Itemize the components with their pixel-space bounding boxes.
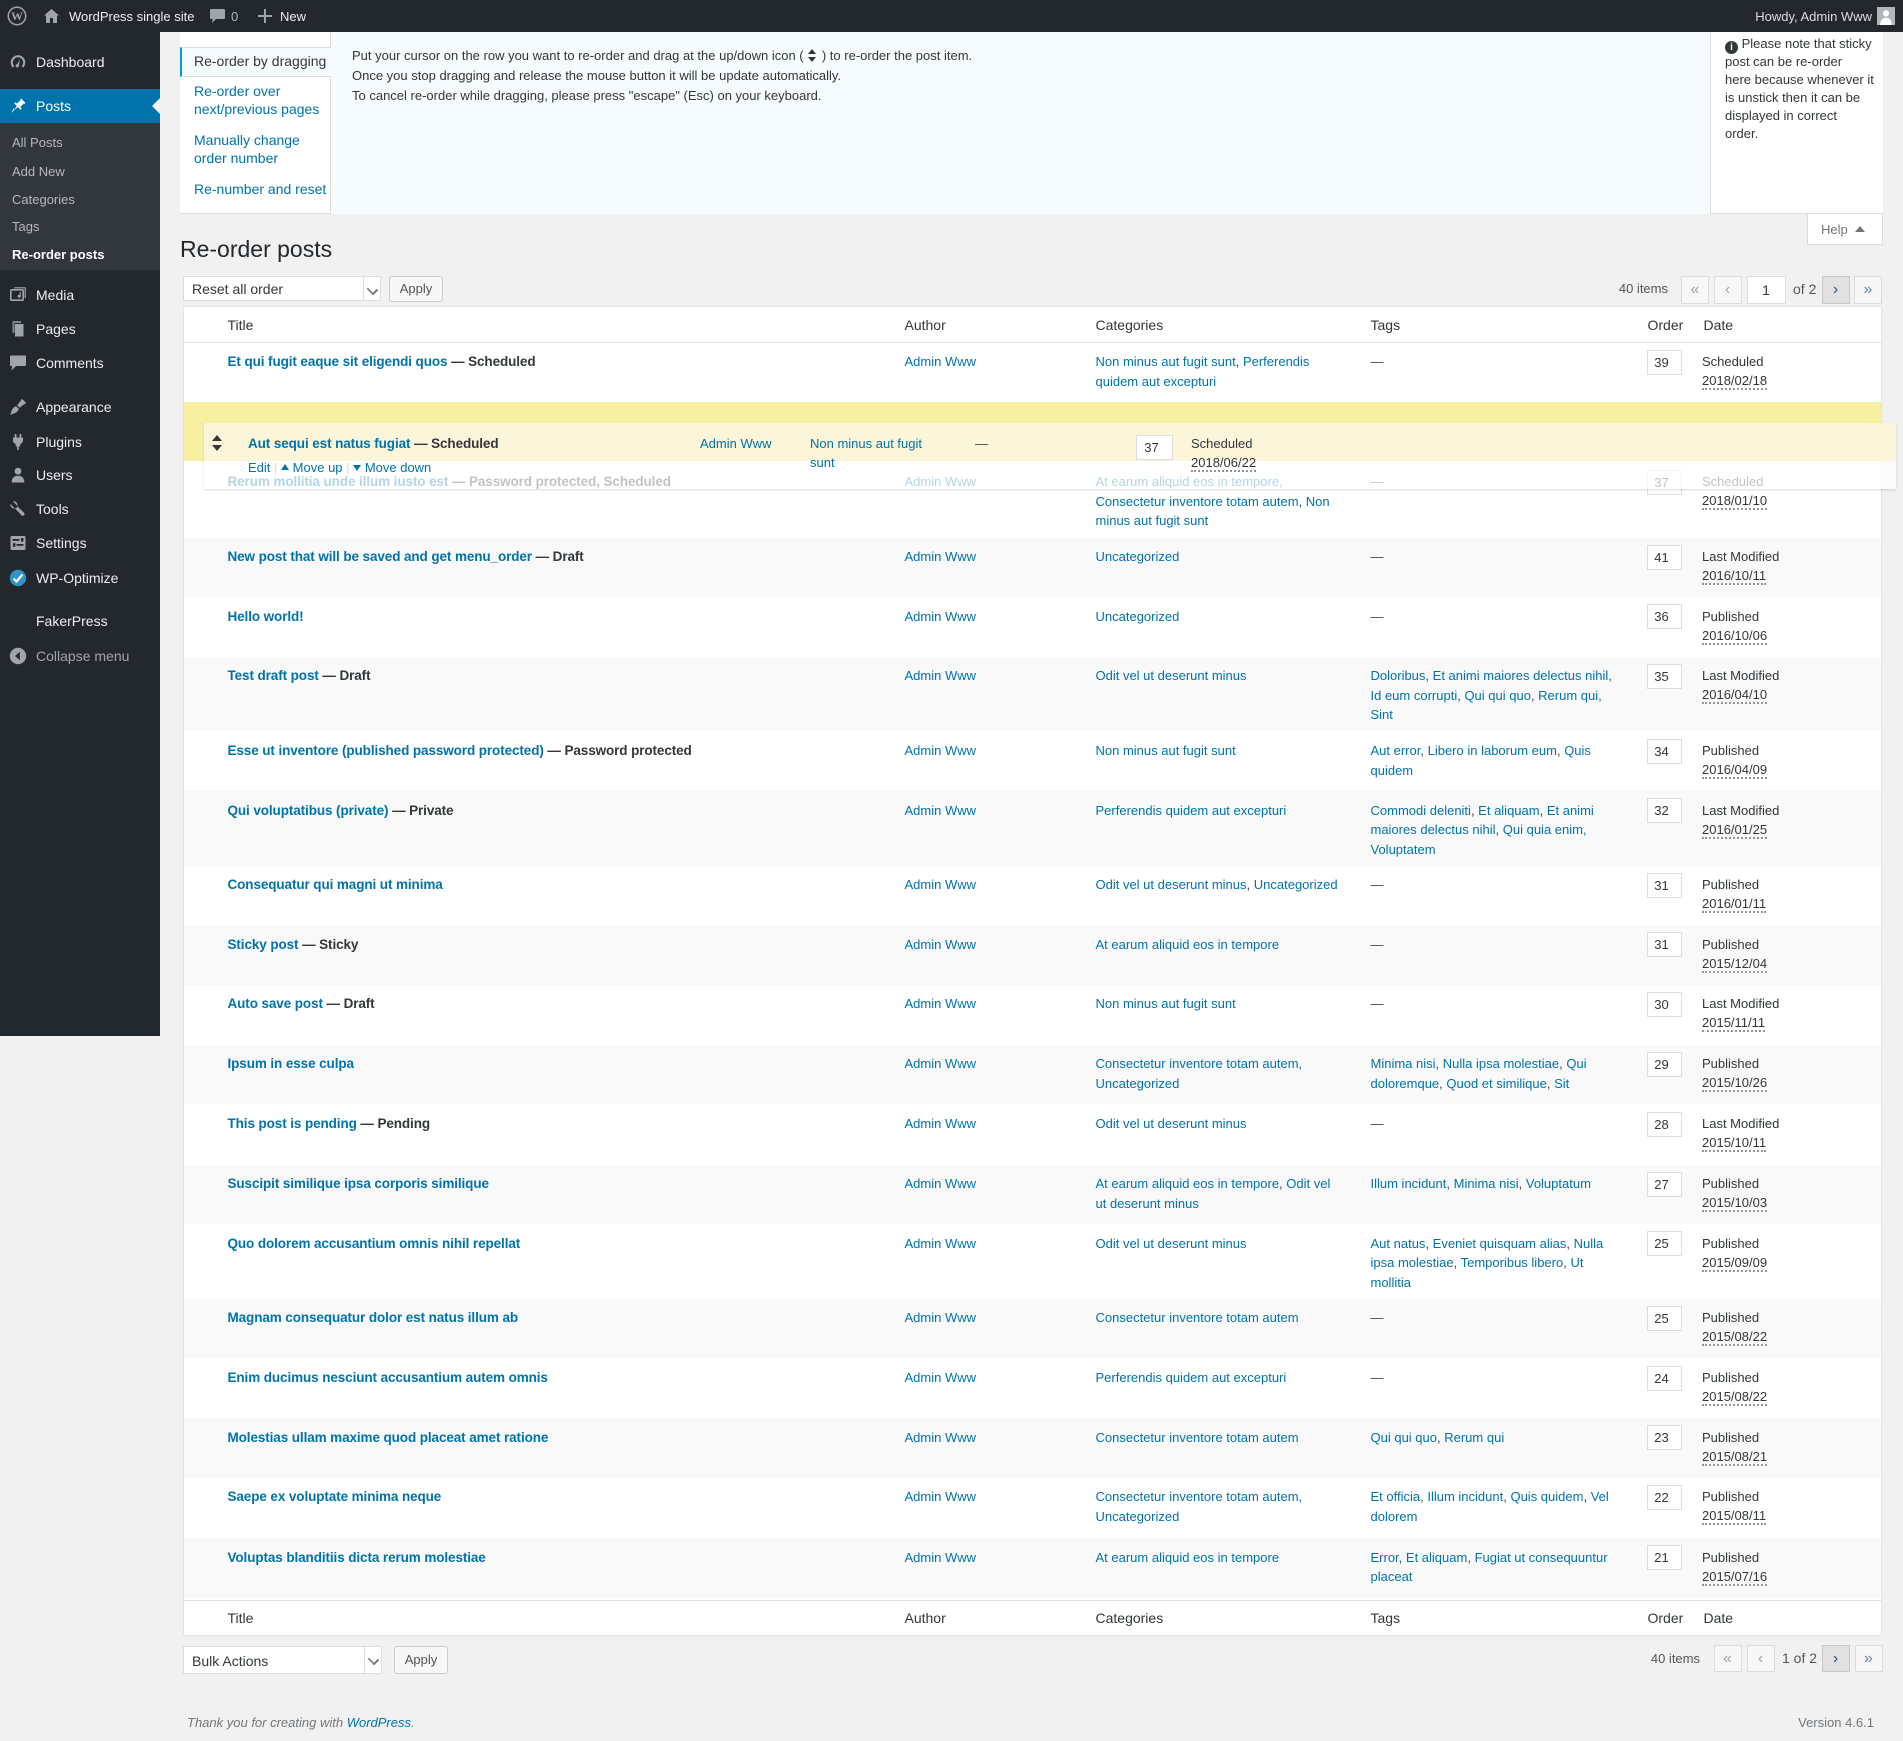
svg-text:W: W <box>11 9 23 23</box>
